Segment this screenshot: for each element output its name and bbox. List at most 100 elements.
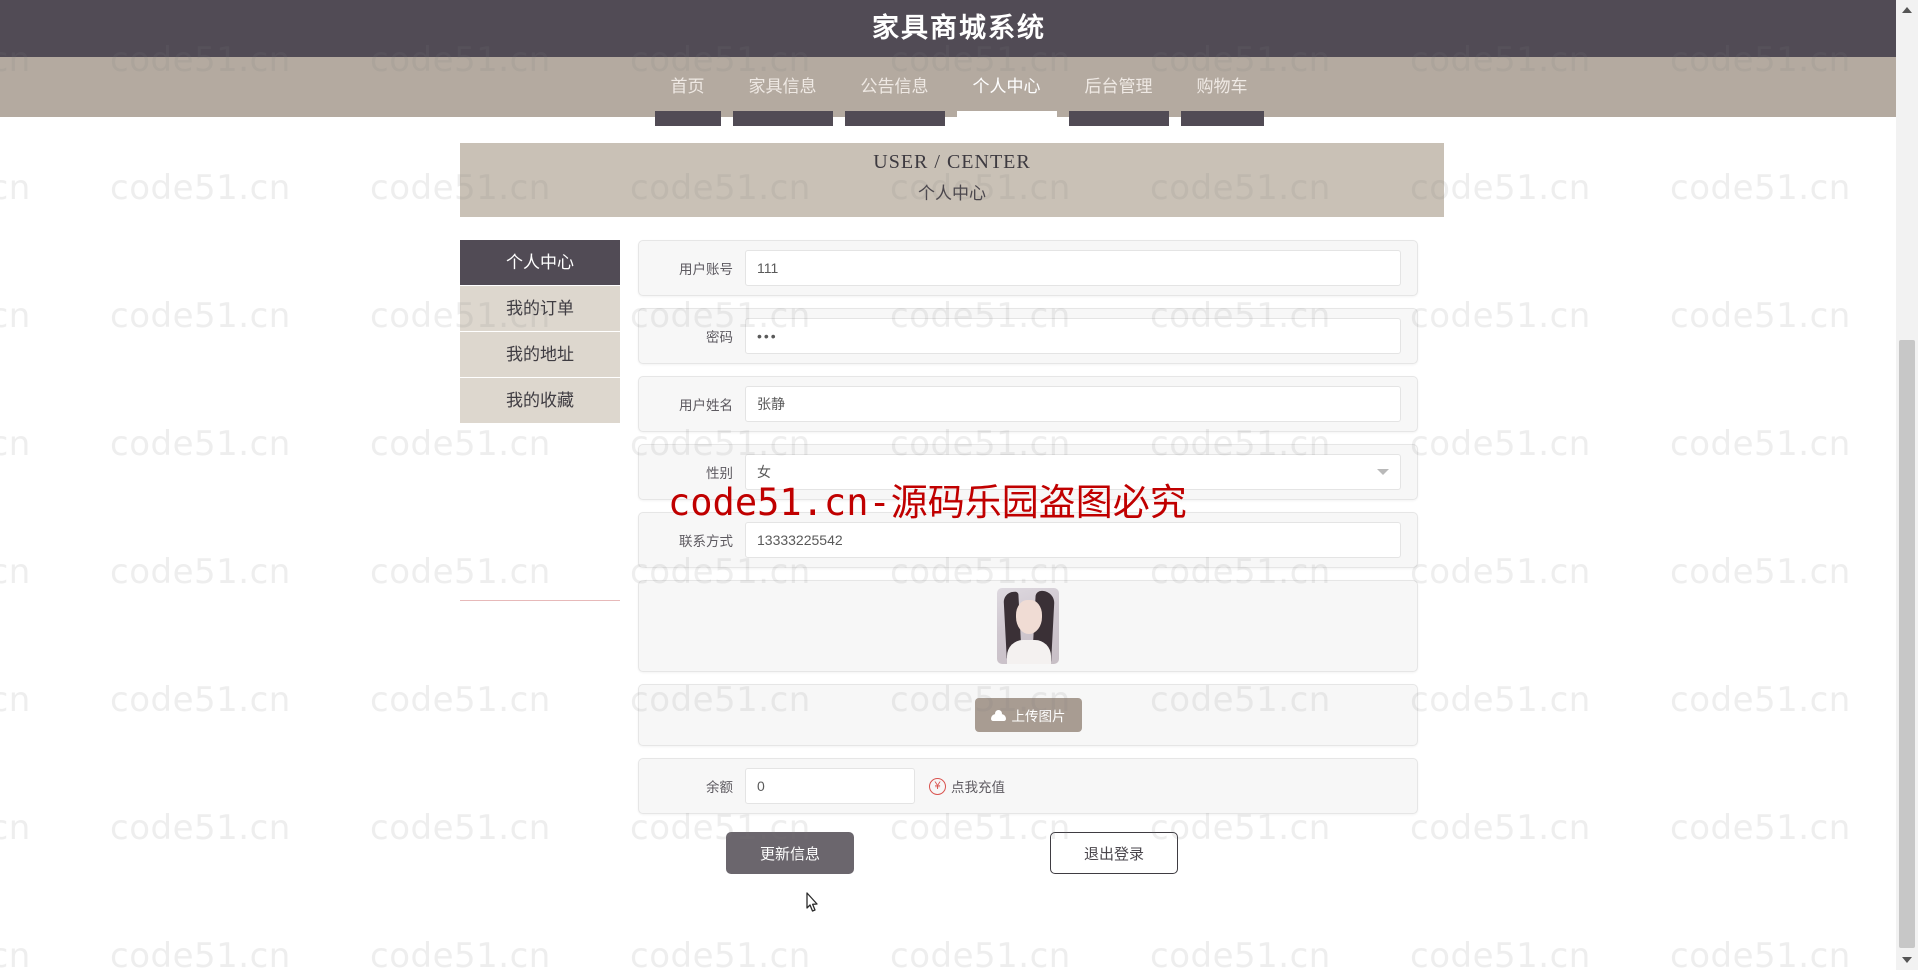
name-label: 用户姓名	[679, 398, 733, 413]
recharge-label: 点我充值	[951, 780, 1005, 795]
watermark-text: code51.cn	[890, 936, 1071, 970]
watermark-text: code51.cn	[0, 168, 31, 208]
form-row-balance: 余额 ¥ 点我充值	[638, 758, 1418, 814]
watermark-text: code51.cn	[0, 424, 31, 464]
scroll-down-arrow-icon[interactable]	[1896, 950, 1918, 970]
avatar-face	[1016, 600, 1042, 634]
nav-item-admin[interactable]: 后台管理	[1063, 57, 1175, 126]
nav-item-furniture-info[interactable]: 家具信息	[727, 57, 839, 126]
nav-item-cart[interactable]: 购物车	[1175, 57, 1270, 126]
gender-select[interactable]	[745, 454, 1401, 490]
avatar[interactable]	[997, 588, 1059, 664]
user-sidebar: 个人中心 我的订单 我的地址 我的收藏	[460, 240, 620, 424]
scroll-up-arrow-icon[interactable]	[1896, 0, 1918, 20]
watermark-text: code51.cn	[110, 936, 291, 970]
watermark-text: code51.cn	[1410, 296, 1591, 336]
watermark-text: code51.cn	[110, 552, 291, 592]
sidebar-item-label: 我的订单	[506, 299, 574, 318]
form-row-upload: 上传图片	[638, 684, 1418, 746]
upload-button-label: 上传图片	[1011, 709, 1066, 724]
nav-item-label: 家具信息	[748, 77, 817, 96]
password-input[interactable]	[745, 318, 1401, 354]
contact-label: 联系方式	[679, 534, 733, 549]
gender-label: 性别	[706, 466, 733, 481]
watermark-text: code51.cn	[1670, 808, 1851, 848]
watermark-text: code51.cn	[1410, 552, 1591, 592]
recharge-link[interactable]: ¥ 点我充值	[929, 776, 1005, 796]
balance-label: 余额	[706, 780, 733, 795]
form-row-name: 用户姓名	[638, 376, 1418, 432]
password-label: 密码	[706, 330, 733, 345]
account-input[interactable]	[745, 250, 1401, 286]
nav-underline	[732, 111, 833, 126]
nav-underline	[844, 111, 945, 126]
gender-select-wrap[interactable]	[745, 454, 1401, 490]
sidebar-item-my-favorites[interactable]: 我的收藏	[460, 378, 620, 423]
watermark-text: code51.cn	[370, 552, 551, 592]
nav-item-label: 公告信息	[860, 77, 929, 96]
cloud-upload-icon	[990, 709, 1006, 721]
form-actions: 更新信息 退出登录	[638, 832, 1418, 874]
nav-item-user-center[interactable]: 个人中心	[951, 57, 1063, 126]
page-root: 家具商城系统 首页 家具信息 公告信息 个人中心 后台管理 购物车 USER /…	[0, 0, 1918, 970]
watermark-text: code51.cn	[0, 680, 31, 720]
watermark-text: code51.cn	[0, 552, 31, 592]
watermark-text: code51.cn	[110, 680, 291, 720]
watermark-text: code51.cn	[0, 808, 31, 848]
watermark-text: code51.cn	[370, 808, 551, 848]
watermark-text: code51.cn	[1410, 936, 1591, 970]
watermark-text: code51.cn	[1410, 424, 1591, 464]
page-title: 家具商城系统	[872, 13, 1046, 43]
account-label: 用户账号	[679, 262, 733, 277]
nav-underline	[1068, 111, 1169, 126]
watermark-text: code51.cn	[1670, 680, 1851, 720]
watermark-text: code51.cn	[110, 424, 291, 464]
sidebar-item-my-address[interactable]: 我的地址	[460, 332, 620, 377]
contact-input[interactable]	[745, 522, 1401, 558]
upload-image-button[interactable]: 上传图片	[974, 698, 1082, 732]
sidebar-item-my-orders[interactable]: 我的订单	[460, 286, 620, 331]
watermark-text: code51.cn	[0, 936, 31, 970]
mouse-cursor-pointer-icon	[806, 892, 818, 912]
form-row-avatar	[638, 580, 1418, 672]
banner-title-en: USER / CENTER	[873, 151, 1031, 173]
nav-item-label: 后台管理	[1084, 77, 1153, 96]
logout-button[interactable]: 退出登录	[1050, 832, 1178, 874]
banner-title-cn: 个人中心	[918, 184, 986, 203]
form-row-password: 密码	[638, 308, 1418, 364]
sidebar-item-label: 我的地址	[506, 345, 574, 364]
watermark-text: code51.cn	[1670, 424, 1851, 464]
watermark-text: code51.cn	[1150, 936, 1331, 970]
nav-item-announcements[interactable]: 公告信息	[839, 57, 951, 126]
nav-item-label: 个人中心	[972, 77, 1041, 96]
watermark-text: code51.cn	[1670, 168, 1851, 208]
watermark-text: code51.cn	[1670, 552, 1851, 592]
scrollbar-thumb[interactable]	[1899, 340, 1915, 948]
yen-circle-icon: ¥	[929, 777, 946, 795]
watermark-text: code51.cn	[370, 424, 551, 464]
watermark-text: code51.cn	[1670, 936, 1851, 970]
watermark-text: code51.cn	[370, 936, 551, 970]
nav-underline	[654, 111, 721, 126]
watermark-text: code51.cn	[1670, 296, 1851, 336]
main-navigation: 首页 家具信息 公告信息 个人中心 后台管理 购物车	[0, 57, 1918, 126]
sidebar-item-label: 我的收藏	[506, 391, 574, 410]
update-info-button[interactable]: 更新信息	[726, 832, 854, 874]
vertical-scrollbar[interactable]	[1896, 0, 1918, 970]
nav-item-home[interactable]: 首页	[649, 57, 727, 126]
form-row-account: 用户账号	[638, 240, 1418, 296]
name-input[interactable]	[745, 386, 1401, 422]
watermark-text: code51.cn	[1410, 680, 1591, 720]
sidebar-item-label: 个人中心	[506, 253, 574, 272]
balance-input[interactable]	[745, 768, 915, 804]
watermark-text: code51.cn	[1410, 808, 1591, 848]
watermark-text: code51.cn	[0, 296, 31, 336]
watermark-text: code51.cn	[630, 936, 811, 970]
watermark-text: code51.cn	[370, 680, 551, 720]
watermark-text: code51.cn	[110, 168, 291, 208]
avatar-body	[1007, 640, 1051, 664]
sidebar-item-user-center[interactable]: 个人中心	[460, 240, 620, 285]
nav-item-label: 购物车	[1196, 77, 1248, 96]
nav-underline-active	[956, 111, 1057, 126]
nav-underline	[1180, 111, 1264, 126]
